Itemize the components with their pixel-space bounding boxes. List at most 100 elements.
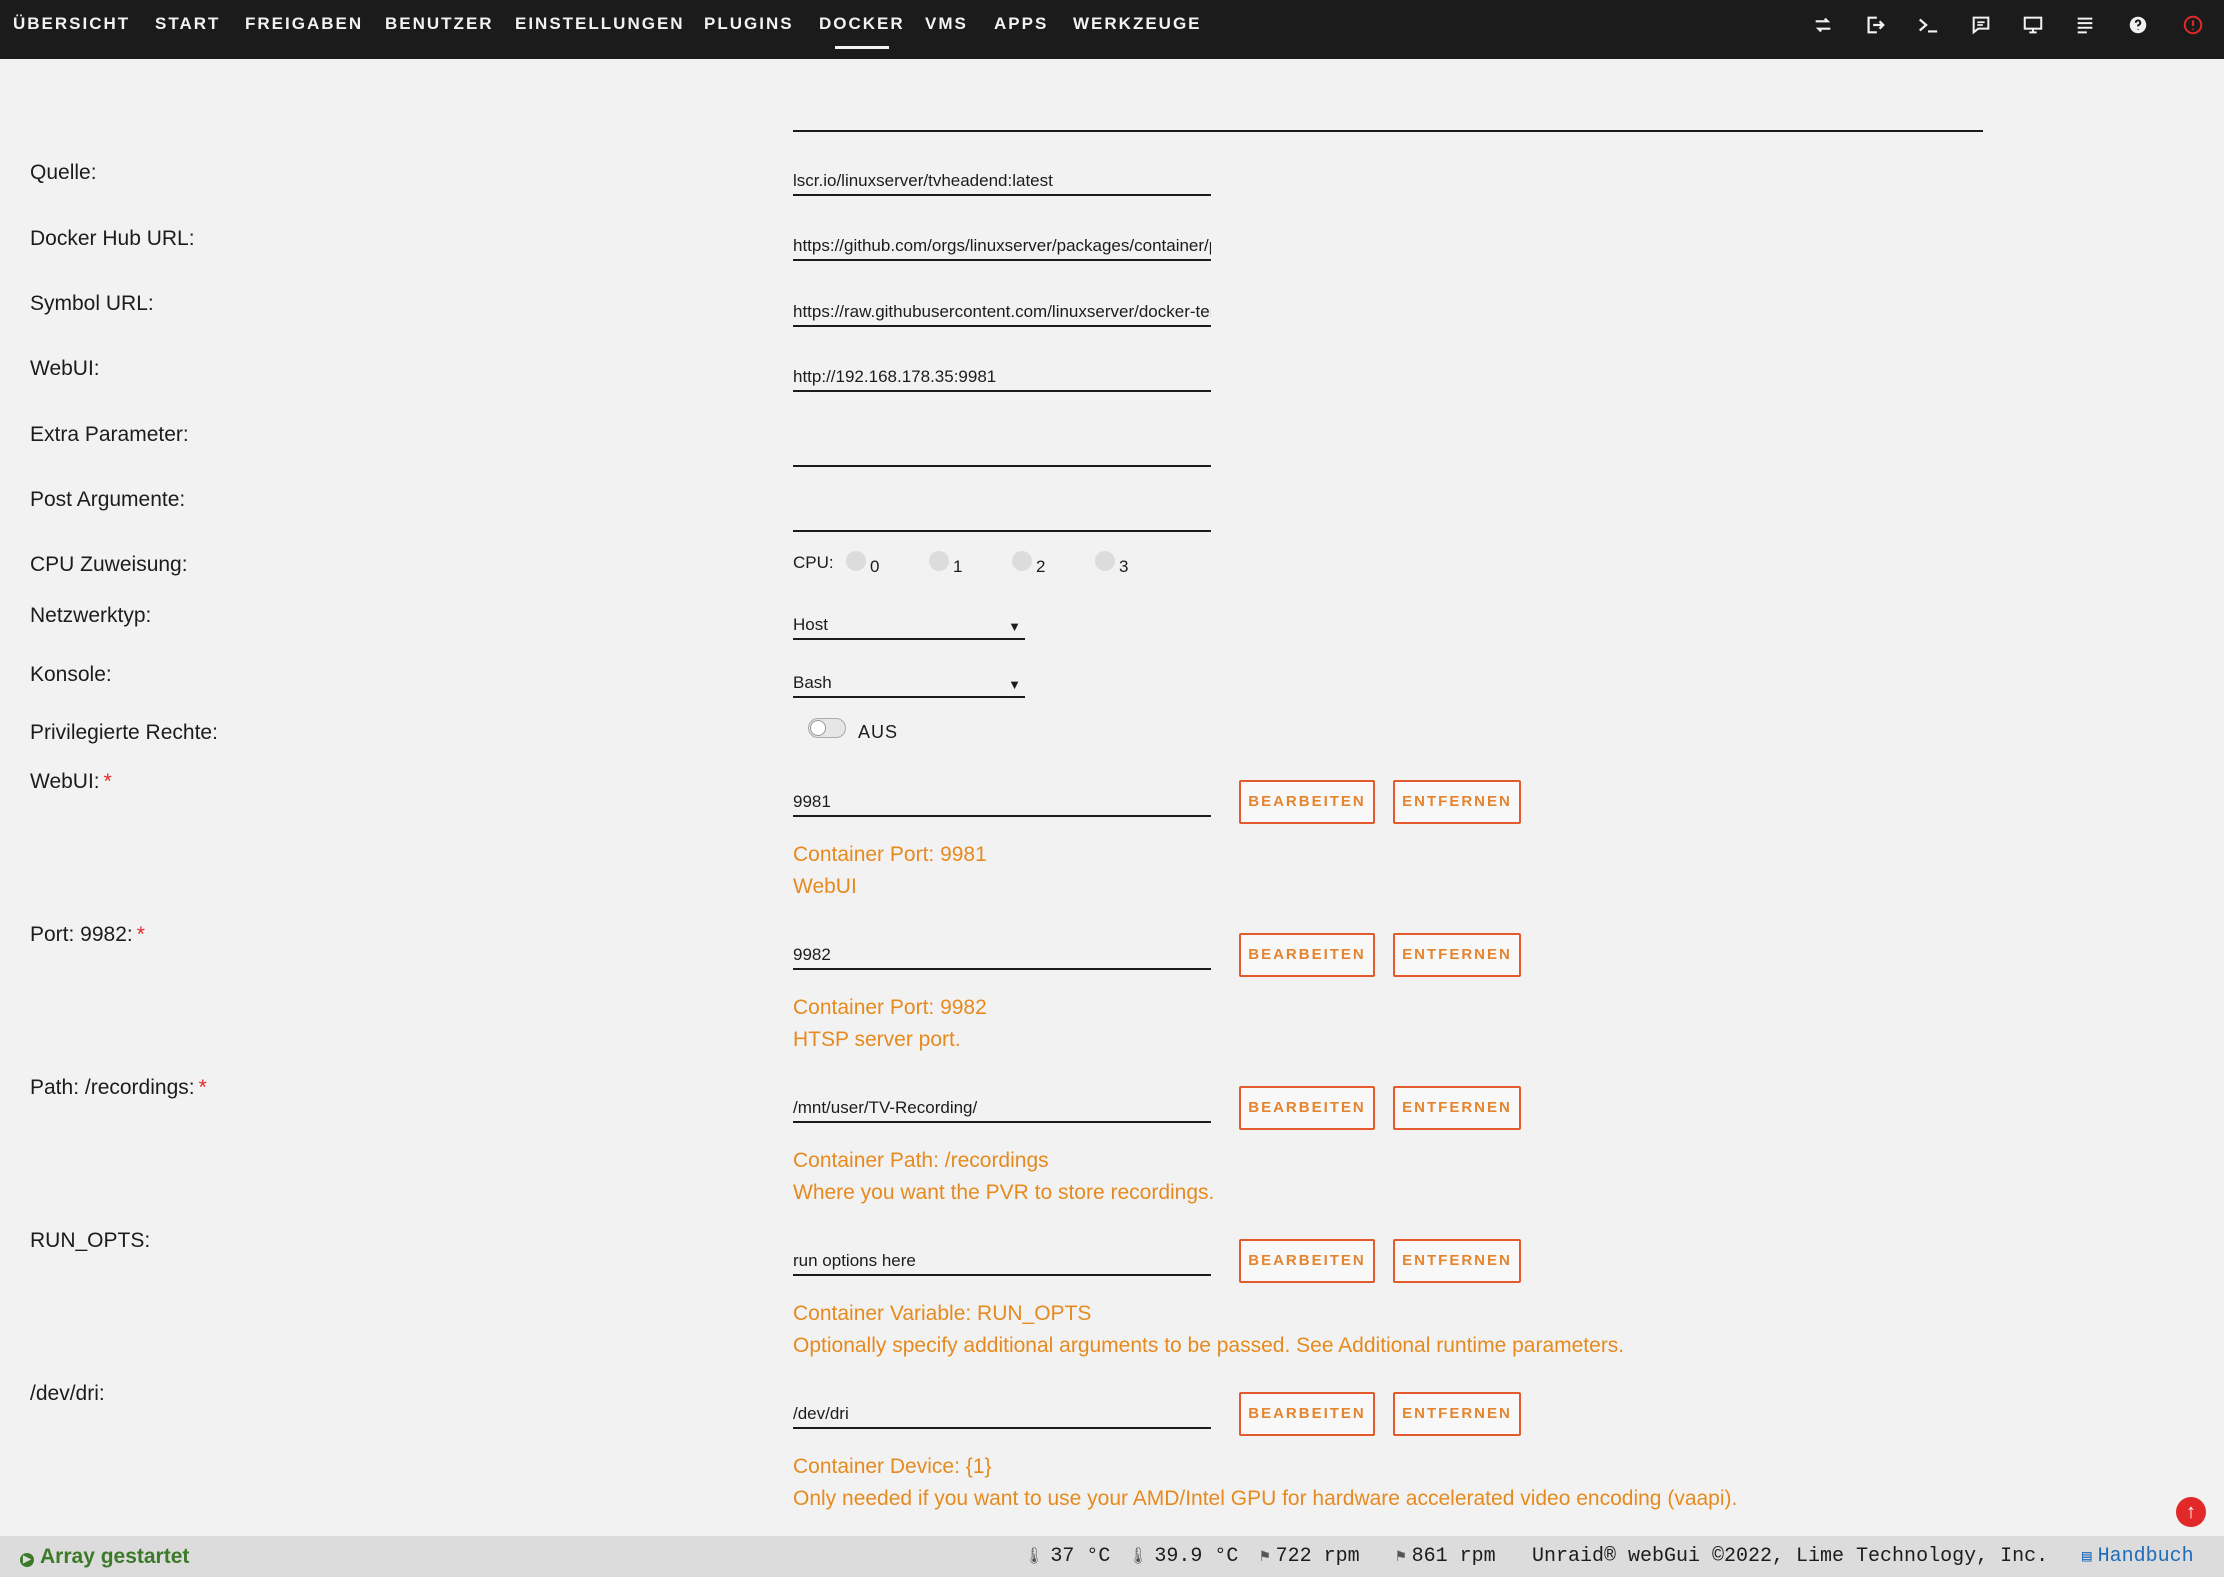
cpu-prefix: CPU: [793,553,834,572]
remove-button[interactable]: ENTFERNEN [1393,1086,1521,1130]
chevron-down-icon: ▼ [1008,619,1021,634]
remove-button[interactable]: ENTFERNEN [1393,1392,1521,1436]
privileged-toggle[interactable] [808,718,846,738]
edit-button[interactable]: BEARBEITEN [1239,780,1375,824]
post-args-label: Post Argumente: [30,488,186,511]
webui-url-input[interactable]: http://192.168.178.35:9981 [793,362,1211,392]
docker-hub-url-label: Docker Hub URL: [30,227,195,250]
alert-icon[interactable] [2180,12,2206,38]
nav-tab-freigaben[interactable]: FREIGABEN [245,14,363,34]
icon-url-input[interactable]: https://raw.githubusercontent.com/linuxs… [793,297,1211,327]
chevron-down-icon: ▼ [1008,677,1021,692]
mapping-label: /dev/dri: [30,1382,105,1405]
extra-params-input[interactable] [793,437,1211,467]
mapping-hint-description: Where you want the PVR to store recordin… [793,1181,1215,1204]
console-label: Konsole: [30,663,112,686]
cpu-pinning: CPU: 0 1 2 3 [793,551,1129,576]
edit-button[interactable]: BEARBEITEN [1239,1086,1375,1130]
thermometer-icon: 🌡 [1024,1548,1045,1566]
arrow-up-icon: ↑ [2186,1501,2196,1523]
required-marker: * [198,1076,207,1099]
copyright: Unraid® webGui ©2022, Lime Technology, I… [1532,1545,2049,1568]
fan-icon: ⚑ [1260,1548,1270,1566]
nav-tab-uebersicht[interactable]: ÜBERSICHT [13,14,130,34]
temperature-2: 🌡 39.9 °C [1128,1545,1239,1568]
feedback-icon[interactable] [1968,12,1994,38]
docker-hub-url-input[interactable]: https://github.com/orgs/linuxserver/pack… [793,231,1211,261]
logout-icon[interactable] [1862,12,1888,38]
mapping-hint-title: Container Port: 9982 [793,996,987,1019]
nav-tab-start[interactable]: START [155,14,220,34]
mapping-hint-description: Optionally specify additional arguments … [793,1334,1625,1357]
mapping-hint-description: Only needed if you want to use your AMD/… [793,1487,1738,1510]
console-value: Bash [793,673,832,692]
book-icon: ▤ [2082,1548,2092,1566]
mapping-hint-description: HTSP server port. [793,1028,961,1051]
remove-button[interactable]: ENTFERNEN [1393,933,1521,977]
fan-speed-2: ⚑ 861 rpm [1396,1545,1496,1568]
mapping-label: Path: /recordings: * [30,1076,207,1099]
privileged-label: Privilegierte Rechte: [30,721,218,744]
terminal-icon[interactable] [1915,12,1941,38]
nav-tab-werkzeuge[interactable]: WERKZEUGE [1073,14,1202,34]
play-icon: ▶ [20,1553,34,1567]
required-marker: * [103,770,112,793]
webui-url-label: WebUI: [30,357,100,380]
nav-tab-einstellungen[interactable]: EINSTELLUNGEN [515,14,685,34]
nav-tab-docker[interactable]: DOCKER [819,14,905,49]
status-footer: ▶ Array gestartet 🌡 37 °C 🌡 39.9 °C ⚑ 722 rp… [0,1536,2224,1577]
edit-button[interactable]: BEARBEITEN [1239,1239,1375,1283]
remove-button[interactable]: ENTFERNEN [1393,780,1521,824]
mapping-value[interactable]: /dev/dri [793,1399,1211,1429]
network-type-label: Netzwerktyp: [30,604,152,627]
switch-icon[interactable] [1810,12,1836,38]
cpu-checkbox[interactable] [1095,551,1115,571]
top-navigation: ÜBERSICHT START FREIGABEN BENUTZER EINST… [0,0,2224,59]
mapping-value[interactable]: run options here [793,1246,1211,1276]
cpu-checkbox[interactable] [846,551,866,571]
required-marker: * [136,923,145,946]
cpu-checkbox[interactable] [929,551,949,571]
edit-button[interactable]: BEARBEITEN [1239,933,1375,977]
console-select[interactable]: Bash ▼ [793,668,1025,698]
array-status: ▶ Array gestartet [20,1545,189,1569]
mapping-value[interactable]: 9981 [793,787,1211,817]
mapping-label: Port: 9982: * [30,923,145,946]
scroll-to-top-button[interactable]: ↑ [2176,1497,2206,1527]
fan-icon: ⚑ [1396,1548,1406,1566]
mapping-value[interactable]: 9982 [793,940,1211,970]
mapping-hint-title: Container Device: {1} [793,1455,992,1478]
nav-tab-benutzer[interactable]: BENUTZER [385,14,494,34]
network-type-value: Host [793,615,828,634]
icon-url-label: Symbol URL: [30,292,154,315]
mapping-hint-title: Container Path: /recordings [793,1149,1049,1172]
nav-tab-apps[interactable]: APPS [994,14,1048,34]
source-input[interactable]: lscr.io/linuxserver/tvheadend:latest [793,166,1211,196]
privileged-state: AUS [858,722,899,742]
fan-speed-1: ⚑ 722 rpm [1260,1545,1360,1568]
thermometer-icon: 🌡 [1128,1548,1149,1566]
edit-button[interactable]: BEARBEITEN [1239,1392,1375,1436]
display-icon[interactable] [2020,12,2046,38]
mapping-value[interactable]: /mnt/user/TV-Recording/ [793,1093,1211,1123]
temperature-1: 🌡 37 °C [1024,1545,1111,1568]
mapping-hint-title: Container Variable: RUN_OPTS [793,1302,1092,1325]
mapping-label: WebUI: * [30,770,112,793]
source-label: Quelle: [30,161,97,184]
extra-params-label: Extra Parameter: [30,423,189,446]
nav-tab-plugins[interactable]: PLUGINS [704,14,794,34]
remove-button[interactable]: ENTFERNEN [1393,1239,1521,1283]
mapping-hint-title: Container Port: 9981 [793,843,987,866]
divider [793,130,1983,132]
mapping-label: RUN_OPTS: [30,1229,151,1252]
toggle-knob [810,720,826,736]
post-args-input[interactable] [793,502,1211,532]
log-icon[interactable] [2072,12,2098,38]
network-type-select[interactable]: Host ▼ [793,610,1025,640]
mapping-hint-description: WebUI [793,875,857,898]
help-icon[interactable] [2125,12,2151,38]
manual-link[interactable]: ▤ Handbuch [2082,1545,2194,1568]
nav-tab-vms[interactable]: VMS [925,14,968,34]
cpu-pinning-label: CPU Zuweisung: [30,553,188,576]
cpu-checkbox[interactable] [1012,551,1032,571]
